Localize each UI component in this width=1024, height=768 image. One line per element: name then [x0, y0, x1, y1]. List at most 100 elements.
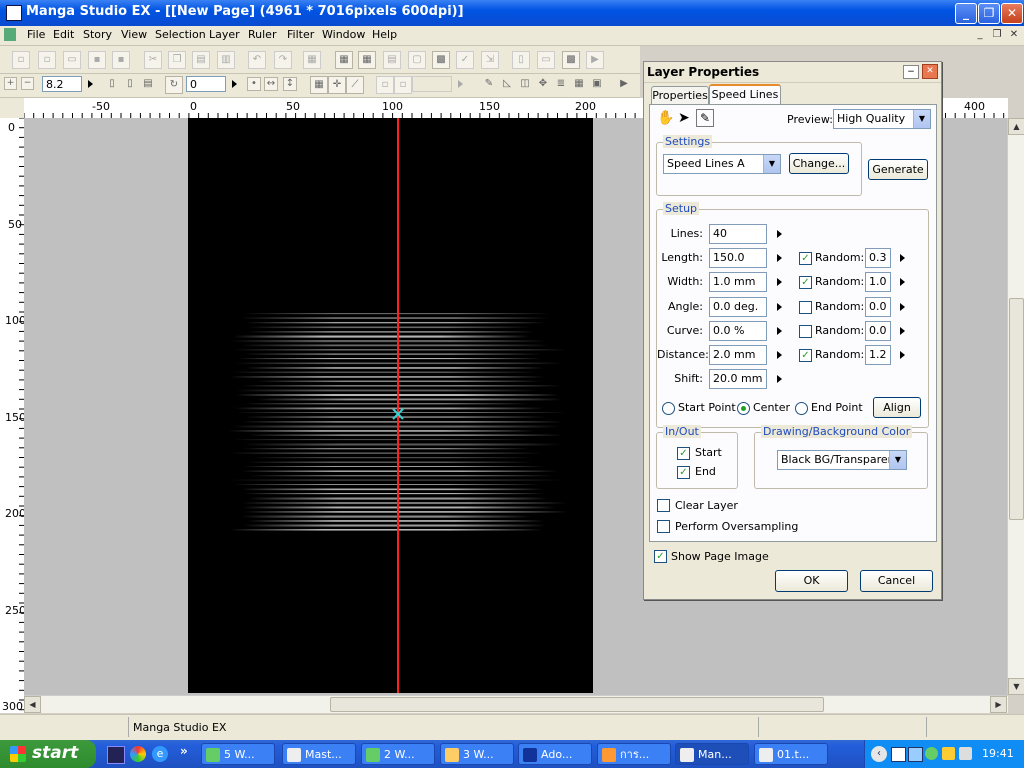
- ok-button[interactable]: OK: [775, 570, 848, 592]
- frame-select-icon[interactable]: ▣: [589, 76, 605, 92]
- zoom-arrow-icon[interactable]: [88, 80, 93, 88]
- setup-row-value-field[interactable]: 0.0 deg.: [709, 297, 767, 317]
- new-story-icon[interactable]: ▫: [38, 51, 56, 69]
- menu-help[interactable]: Help: [372, 28, 397, 41]
- taskbar-button[interactable]: Man...: [675, 743, 749, 765]
- new-icon[interactable]: ▫: [12, 51, 30, 69]
- rotate-icon[interactable]: ↻: [165, 76, 183, 94]
- lines-icon[interactable]: ≣: [553, 76, 569, 92]
- random-value-field[interactable]: 1.2: [865, 345, 891, 365]
- triangle-ruler-icon[interactable]: ◺: [499, 76, 515, 92]
- rotate-arrow-icon[interactable]: [232, 80, 237, 88]
- random-value-field[interactable]: 0.3: [865, 248, 891, 268]
- actual-size-icon[interactable]: ▤: [140, 76, 156, 92]
- title-bar[interactable]: Manga Studio EX - [[New Page] (4961 * 70…: [0, 0, 1024, 26]
- zoom-out-icon[interactable]: −: [21, 77, 34, 90]
- show-page-image-checkbox[interactable]: ✓: [654, 550, 667, 563]
- hscroll-thumb[interactable]: [330, 697, 824, 712]
- random-checkbox[interactable]: [799, 325, 812, 338]
- minimize-button[interactable]: _: [955, 3, 977, 24]
- dialog-title-bar[interactable]: Layer Properties − ✕: [644, 62, 941, 83]
- taskbar-button[interactable]: 3 W...: [440, 743, 514, 765]
- setup-row-value-field[interactable]: 1.0 mm: [709, 272, 767, 292]
- transform-icon[interactable]: ✥: [535, 76, 551, 92]
- tray-volume-icon[interactable]: [959, 747, 972, 760]
- page-view-icon[interactable]: ▦: [335, 51, 353, 69]
- quicklaunch-more-icon[interactable]: »: [180, 744, 188, 758]
- value-arrow-icon[interactable]: [777, 230, 782, 238]
- scroll-right-icon[interactable]: ▶: [990, 696, 1007, 713]
- horizontal-scrollbar[interactable]: ◀ ▶: [24, 695, 1008, 713]
- tone-icon[interactable]: ▩: [432, 51, 450, 69]
- fit-width-icon[interactable]: ▯: [122, 76, 138, 92]
- grid-icon[interactable]: ▩: [562, 51, 580, 69]
- menu-window[interactable]: Window: [322, 28, 365, 41]
- menu-story[interactable]: Story: [83, 28, 112, 41]
- random-checkbox[interactable]: ✓: [799, 349, 812, 362]
- random-value-field[interactable]: 1.0: [865, 272, 891, 292]
- paste-icon[interactable]: ▤: [192, 51, 210, 69]
- taskbar-button[interactable]: Mast...: [282, 743, 356, 765]
- scroll-up-icon[interactable]: ▲: [1008, 118, 1024, 135]
- snap2-icon[interactable]: ▫: [394, 76, 412, 94]
- start-checkbox[interactable]: ✓: [677, 447, 690, 460]
- value-arrow-icon[interactable]: [777, 351, 782, 359]
- close-button[interactable]: ✕: [1001, 3, 1023, 24]
- menu-view[interactable]: View: [121, 28, 147, 41]
- menu-layer[interactable]: Layer: [209, 28, 240, 41]
- menu-ruler[interactable]: Ruler: [248, 28, 276, 41]
- doc-icon[interactable]: [4, 28, 16, 41]
- random-checkbox[interactable]: ✓: [799, 276, 812, 289]
- menu-selection[interactable]: Selection: [155, 28, 206, 41]
- layout-icon[interactable]: ▤: [383, 51, 401, 69]
- vertical-scrollbar[interactable]: ▲ ▼: [1007, 118, 1024, 695]
- mdi-close-icon[interactable]: ✕: [1007, 28, 1021, 41]
- frame-border-icon[interactable]: ▦: [571, 76, 587, 92]
- window-icon[interactable]: ▭: [537, 51, 555, 69]
- vertical-ruler[interactable]: 0 50 100 150 200 250 300: [0, 118, 25, 713]
- random-arrow-icon[interactable]: [900, 327, 905, 335]
- flip-v-icon[interactable]: ↕: [283, 77, 297, 91]
- tab-speed-lines[interactable]: Speed Lines: [709, 84, 781, 106]
- hand-tool-icon[interactable]: ✋: [657, 110, 674, 126]
- cancel-button[interactable]: Cancel: [860, 570, 933, 592]
- value-arrow-icon[interactable]: [777, 327, 782, 335]
- random-arrow-icon[interactable]: [900, 254, 905, 262]
- scroll-down-icon[interactable]: ▼: [1008, 678, 1024, 695]
- taskbar-button[interactable]: การ...: [597, 743, 671, 765]
- menu-edit[interactable]: Edit: [53, 28, 74, 41]
- start-point-radio[interactable]: [662, 402, 675, 415]
- value-arrow-icon[interactable]: [777, 278, 782, 286]
- maximize-button[interactable]: ❐: [978, 3, 1000, 24]
- setup-row-value-field[interactable]: 20.0 mm: [709, 369, 767, 389]
- setup-row-value-field[interactable]: 0.0 %: [709, 321, 767, 341]
- mdi-minimize-icon[interactable]: _: [973, 28, 987, 41]
- zoom-field[interactable]: 8.2: [42, 76, 82, 92]
- menu-file[interactable]: File: [27, 28, 45, 41]
- rotate-field[interactable]: 0: [186, 76, 226, 92]
- manga-page[interactable]: [188, 118, 593, 693]
- taskbar-button[interactable]: 01.t...: [754, 743, 828, 765]
- copy-icon[interactable]: ❐: [168, 51, 186, 69]
- end-checkbox[interactable]: ✓: [677, 466, 690, 479]
- dialog-close-icon[interactable]: ✕: [922, 64, 938, 79]
- mdi-restore-icon[interactable]: ❐: [990, 28, 1004, 41]
- random-arrow-icon[interactable]: [900, 278, 905, 286]
- value-arrow-icon[interactable]: [777, 254, 782, 262]
- delete-icon[interactable]: ▥: [217, 51, 235, 69]
- generate-button[interactable]: Generate: [868, 159, 928, 180]
- random-arrow-icon[interactable]: [900, 303, 905, 311]
- tray-display-icon[interactable]: [908, 747, 923, 762]
- random-checkbox[interactable]: [799, 301, 812, 314]
- frame-icon[interactable]: ▢: [408, 51, 426, 69]
- fit-page-icon[interactable]: ▯: [104, 76, 120, 92]
- play-icon[interactable]: ▶: [586, 51, 604, 69]
- setup-row-value-field[interactable]: 150.0 mm: [709, 248, 767, 282]
- tab-properties[interactable]: Properties: [651, 86, 709, 105]
- random-value-field[interactable]: 0.0: [865, 321, 891, 341]
- color-select[interactable]: Black BG/Transparent ▼: [777, 450, 907, 470]
- app-icon[interactable]: [6, 5, 22, 21]
- redo-icon[interactable]: ↷: [274, 51, 292, 69]
- perspective-icon[interactable]: ⟋: [346, 76, 364, 94]
- clock[interactable]: 19:41: [982, 747, 1014, 760]
